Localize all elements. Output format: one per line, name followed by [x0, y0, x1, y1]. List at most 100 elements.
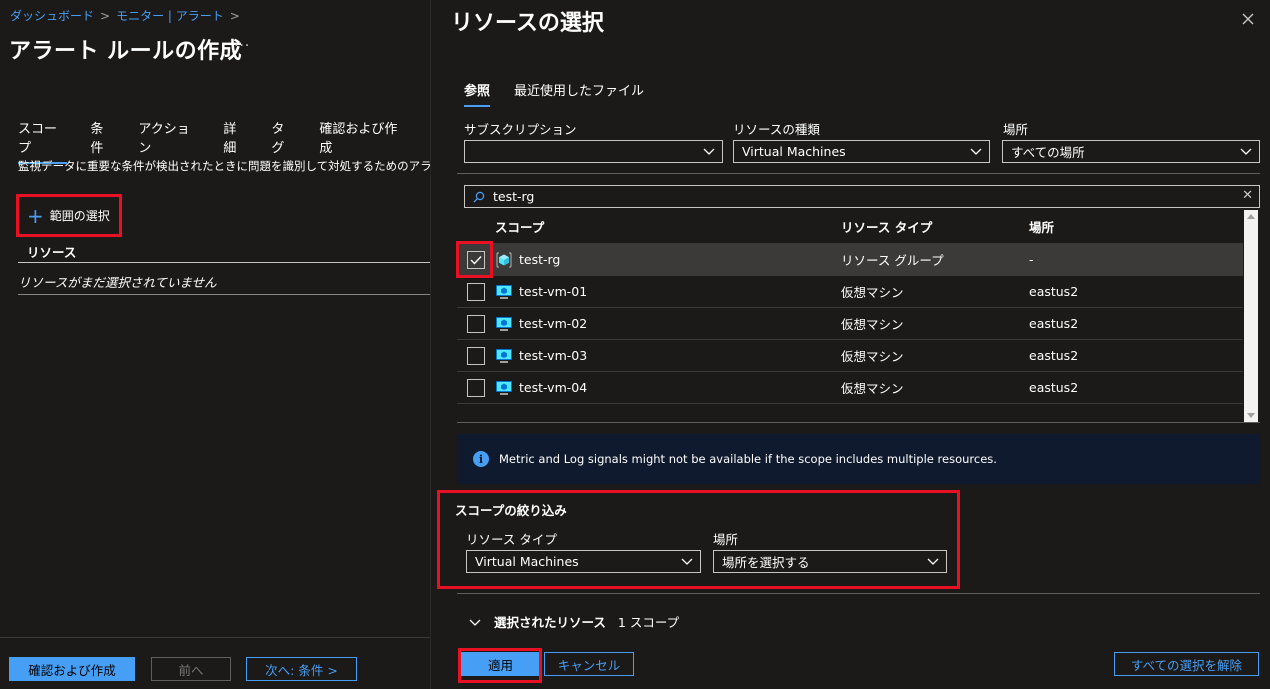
clear-all-selection-button[interactable]: すべての選択を解除 [1114, 652, 1259, 676]
previous-button[interactable]: 前へ [151, 657, 231, 681]
resource-type-dropdown[interactable]: Virtual Machines [733, 140, 990, 163]
info-message: Metric and Log signals might not be avai… [499, 452, 997, 466]
review-create-button[interactable]: 確認および作成 [9, 657, 135, 681]
breadcrumb-chevron-icon: > [100, 8, 111, 23]
table-scrollbar[interactable] [1244, 210, 1258, 422]
subscription-dropdown[interactable] [464, 140, 723, 163]
row-scope-name: test-vm-01 [519, 284, 588, 299]
table-bottom-divider [457, 422, 1260, 423]
row-resource-type: 仮想マシン [841, 317, 904, 332]
table-row[interactable]: test-vm-02 仮想マシン eastus2 [457, 308, 1243, 340]
col-header-location[interactable]: 場所 [1029, 217, 1229, 236]
page-title: アラート ルールの作成 [9, 39, 243, 64]
scroll-down-icon[interactable] [1247, 413, 1255, 418]
selected-resources-toggle[interactable]: 選択されたリソース 1 スコープ [468, 612, 679, 631]
panel-tabs: 参照 最近使用したファイル [464, 80, 668, 107]
subscription-label: サブスクリプション [464, 122, 577, 137]
row-location: eastus2 [1029, 284, 1079, 299]
breadcrumb: ダッシュボード > モニター | アラート > [10, 7, 240, 24]
row-checkbox[interactable] [467, 282, 485, 301]
breadcrumb-dashboard[interactable]: ダッシュボード [10, 7, 94, 24]
select-resource-panel: リソースの選択 参照 最近使用したファイル サブスクリプション リソースの種類 … [430, 0, 1270, 689]
resource-table: スコープ リソース タイプ 場所 test-rg リソース グループ - tes… [456, 210, 1243, 404]
row-resource-type: 仮想マシン [841, 349, 904, 364]
row-resource-type: リソース グループ [841, 253, 944, 268]
breadcrumb-chevron-icon: > [229, 8, 240, 23]
virtual-machine-icon [496, 284, 512, 299]
select-scope-label: 範囲の選択 [49, 209, 110, 223]
filter-resource-type-label: リソース タイプ [466, 532, 557, 547]
selected-resources-count: 1 スコープ [617, 615, 680, 630]
checkmark-icon [470, 255, 482, 265]
create-alert-rule-pane: ダッシュボード > モニター | アラート > アラート ルールの作成 ··· … [0, 0, 430, 689]
next-condition-button[interactable]: 次へ: 条件 > [246, 657, 357, 681]
table-row[interactable]: test-rg リソース グループ - [456, 241, 1243, 278]
info-message-bar: i Metric and Log signals might not be av… [457, 434, 1260, 484]
row-scope-name: test-vm-03 [519, 348, 588, 363]
apply-button[interactable]: 適用 [461, 652, 540, 676]
tab-browse[interactable]: 参照 [464, 80, 491, 107]
filter-divider [457, 173, 1260, 174]
resource-group-icon [496, 251, 512, 268]
no-resource-message: リソースがまだ選択されていません [18, 263, 430, 295]
table-header: スコープ リソース タイプ 場所 [457, 210, 1243, 244]
chevron-down-icon [703, 148, 715, 155]
location-dropdown[interactable]: すべての場所 [1002, 140, 1260, 163]
cancel-button[interactable]: キャンセル [544, 652, 634, 676]
chevron-down-icon [1240, 148, 1252, 155]
filter-location-label: 場所 [713, 532, 739, 547]
resource-column-header: リソース [18, 240, 430, 263]
row-location: - [1029, 252, 1034, 267]
filter-resource-type-value: Virtual Machines [475, 554, 579, 569]
virtual-machine-icon [496, 380, 512, 395]
row-checkbox[interactable] [467, 314, 485, 333]
plus-icon: + [27, 203, 44, 228]
scroll-up-icon[interactable] [1247, 214, 1255, 219]
table-row[interactable]: test-vm-03 仮想マシン eastus2 [457, 340, 1243, 372]
selected-resources-label: 選択されたリソース [494, 615, 606, 630]
chevron-down-icon [469, 619, 481, 626]
scope-filter-title: スコープの絞り込み [455, 503, 567, 518]
row-scope-name: test-vm-04 [519, 380, 588, 395]
table-row[interactable]: test-vm-01 仮想マシン eastus2 [457, 276, 1243, 308]
row-resource-type: 仮想マシン [841, 381, 904, 396]
select-scope-button[interactable]: + 範囲の選択 [16, 194, 122, 237]
col-header-scope[interactable]: スコープ [495, 217, 841, 236]
filter-location-dropdown[interactable]: 場所を選択する [713, 550, 947, 573]
info-icon: i [473, 451, 489, 467]
filter-resource-type-dropdown[interactable]: Virtual Machines [466, 550, 701, 573]
search-input[interactable]: test-rg ✕ [464, 185, 1260, 208]
scope-description: 監視データに重要な条件が検出されたときに問題を識別して対処するためのアラー| [18, 159, 430, 173]
location-label: 場所 [1003, 122, 1029, 137]
virtual-machine-icon [496, 316, 512, 331]
tab-recent[interactable]: 最近使用したファイル [514, 80, 644, 107]
resource-type-value: Virtual Machines [742, 144, 846, 159]
virtual-machine-icon [496, 348, 512, 363]
footer-divider [0, 637, 430, 638]
panel-title: リソースの選択 [451, 11, 604, 36]
row-checkbox[interactable] [467, 346, 485, 365]
row-location: eastus2 [1029, 380, 1079, 395]
row-resource-type: 仮想マシン [841, 285, 904, 300]
table-row[interactable]: test-vm-04 仮想マシン eastus2 [457, 372, 1243, 404]
row-checkbox[interactable] [467, 378, 485, 397]
location-value: すべての場所 [1011, 145, 1085, 160]
row-location: eastus2 [1029, 316, 1079, 331]
selected-divider [457, 593, 1260, 594]
row-location: eastus2 [1029, 348, 1079, 363]
clear-search-icon[interactable]: ✕ [1242, 188, 1253, 203]
row-scope-name: test-vm-02 [519, 316, 588, 331]
col-header-resource-type[interactable]: リソース タイプ [841, 217, 1029, 236]
more-options-icon[interactable]: ··· [234, 38, 250, 54]
chevron-down-icon [927, 558, 939, 565]
resource-type-label: リソースの種類 [733, 122, 820, 137]
search-icon [473, 191, 485, 202]
chevron-down-icon [970, 148, 982, 155]
filter-location-value: 場所を選択する [722, 555, 810, 570]
search-value: test-rg [493, 189, 535, 204]
chevron-down-icon [681, 558, 693, 565]
row-scope-name: test-rg [519, 252, 561, 267]
breadcrumb-monitor-alerts[interactable]: モニター | アラート [116, 7, 224, 24]
close-icon[interactable] [1239, 10, 1257, 28]
row-checkbox[interactable] [467, 250, 485, 269]
